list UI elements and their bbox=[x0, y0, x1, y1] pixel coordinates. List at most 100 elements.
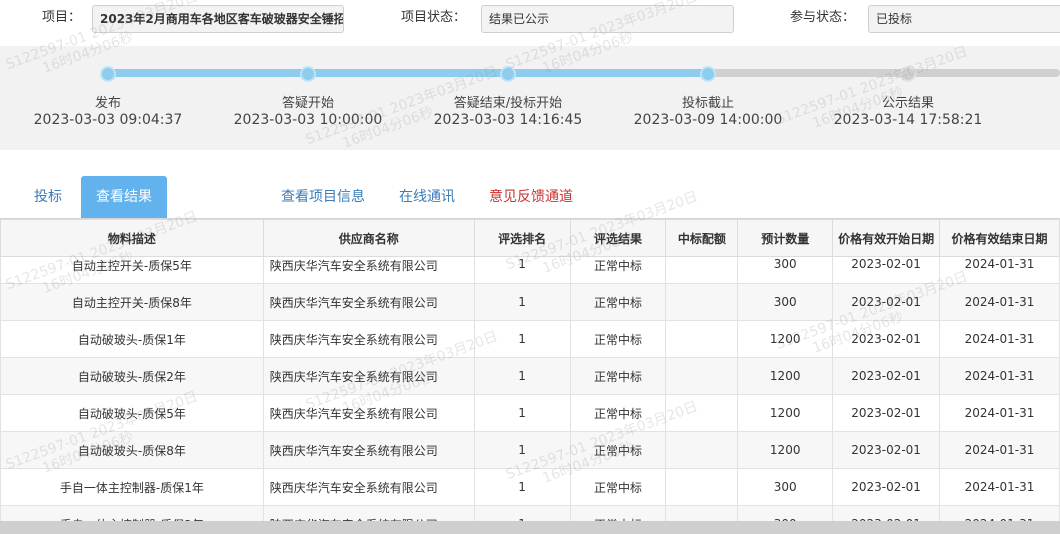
cell-quota bbox=[665, 256, 739, 284]
cell-supplier: 陕西庆华汽车安全系统有限公司 bbox=[262, 394, 475, 432]
cell-quota bbox=[665, 357, 739, 395]
tab-bar: 投标 查看结果 查看项目信息 在线通讯 意见反馈通道 bbox=[0, 176, 1060, 219]
step-label-qa-start: 答疑开始 bbox=[281, 96, 334, 111]
cell-quantity: 300 bbox=[737, 256, 834, 284]
step-time-publicize-result: 2023-03-14 17:58:21 bbox=[833, 112, 983, 128]
project-label: 项目： bbox=[42, 10, 82, 25]
cell-end-date: 2024-01-31 bbox=[939, 505, 1060, 521]
cell-start-date: 2023-02-01 bbox=[832, 283, 941, 321]
step-dot-publicize-result bbox=[900, 66, 916, 82]
step-label-publicize-result: 公示结果 bbox=[881, 96, 934, 111]
cell-rank: 1 bbox=[473, 468, 571, 506]
cell-quota bbox=[665, 320, 739, 358]
project-name-field[interactable]: 2023年2月商用车各地区客车破玻器安全锤招 bbox=[92, 5, 344, 33]
cell-end-date: 2024-01-31 bbox=[939, 468, 1060, 506]
col-header-supplier[interactable]: 供应商名称 bbox=[262, 219, 475, 257]
table-row[interactable]: 自动破玻头-质保5年 陕西庆华汽车安全系统有限公司 1 正常中标 1200 20… bbox=[0, 394, 1060, 432]
cell-supplier: 陕西庆华汽车安全系统有限公司 bbox=[262, 357, 475, 395]
tab-view-results[interactable]: 查看结果 bbox=[81, 176, 167, 218]
table-row[interactable]: 自动破玻头-质保2年 陕西庆华汽车安全系统有限公司 1 正常中标 1200 20… bbox=[0, 357, 1060, 395]
project-status-field[interactable]: 结果已公示 bbox=[481, 5, 734, 33]
col-header-material[interactable]: 物料描述 bbox=[0, 219, 264, 257]
cell-end-date: 2024-01-31 bbox=[939, 357, 1060, 395]
cell-material: 自动破玻头-质保8年 bbox=[0, 431, 264, 469]
cell-end-date: 2024-01-31 bbox=[939, 256, 1060, 284]
cell-quota bbox=[665, 394, 739, 432]
table-row[interactable]: 手自一体主控制器-质保1年 陕西庆华汽车安全系统有限公司 1 正常中标 300 … bbox=[0, 468, 1060, 506]
cell-result: 正常中标 bbox=[569, 357, 667, 395]
cell-result: 正常中标 bbox=[569, 283, 667, 321]
col-header-start-date[interactable]: 价格有效开始日期 bbox=[832, 219, 941, 257]
table-row[interactable]: 自动破玻头-质保8年 陕西庆华汽车安全系统有限公司 1 正常中标 1200 20… bbox=[0, 431, 1060, 469]
cell-start-date: 2023-02-01 bbox=[832, 394, 941, 432]
cell-material: 自动主控开关-质保5年 bbox=[0, 256, 264, 284]
results-table: 物料描述 供应商名称 评选排名 评选结果 中标配额 预计数量 价格有效开始日期 … bbox=[0, 219, 1060, 521]
table-row[interactable]: 自动破玻头-质保1年 陕西庆华汽车安全系统有限公司 1 正常中标 1200 20… bbox=[0, 320, 1060, 358]
project-status-label: 项目状态： bbox=[401, 10, 467, 25]
col-header-quota[interactable]: 中标配额 bbox=[665, 219, 739, 257]
step-label-publish: 发布 bbox=[94, 96, 121, 111]
cell-supplier: 陕西庆华汽车安全系统有限公司 bbox=[262, 468, 475, 506]
cell-start-date: 2023-02-01 bbox=[832, 505, 941, 521]
cell-start-date: 2023-02-01 bbox=[832, 468, 941, 506]
cell-supplier: 陕西庆华汽车安全系统有限公司 bbox=[262, 256, 475, 284]
cell-result: 正常中标 bbox=[569, 256, 667, 284]
cell-quantity: 1200 bbox=[737, 320, 834, 358]
cell-result: 正常中标 bbox=[569, 505, 667, 521]
cell-start-date: 2023-02-01 bbox=[832, 320, 941, 358]
step-label-qa-end-bid-start: 答疑结束/投标开始 bbox=[453, 96, 563, 111]
project-info-bar: 项目： 2023年2月商用车各地区客车破玻器安全锤招 项目状态： 结果已公示 参… bbox=[0, 0, 1060, 46]
cell-rank: 1 bbox=[473, 505, 571, 521]
cell-end-date: 2024-01-31 bbox=[939, 431, 1060, 469]
table-row[interactable]: 手自一体主控制器-质保2年 陕西庆华汽车安全系统有限公司 1 正常中标 300 … bbox=[0, 505, 1060, 521]
tab-bid[interactable]: 投标 bbox=[34, 176, 62, 218]
cell-supplier: 陕西庆华汽车安全系统有限公司 bbox=[262, 320, 475, 358]
cell-quota bbox=[665, 505, 739, 521]
link-feedback-channel[interactable]: 意见反馈通道 bbox=[489, 176, 573, 218]
table-row[interactable]: 自动主控开关-质保5年 陕西庆华汽车安全系统有限公司 1 正常中标 300 20… bbox=[0, 256, 1060, 284]
cell-supplier: 陕西庆华汽车安全系统有限公司 bbox=[262, 505, 475, 521]
cell-rank: 1 bbox=[473, 283, 571, 321]
cell-result: 正常中标 bbox=[569, 431, 667, 469]
col-header-end-date[interactable]: 价格有效结束日期 bbox=[939, 219, 1060, 257]
cell-result: 正常中标 bbox=[569, 320, 667, 358]
cell-quantity: 1200 bbox=[737, 431, 834, 469]
cell-quota bbox=[665, 431, 739, 469]
cell-end-date: 2024-01-31 bbox=[939, 394, 1060, 432]
progress-track-remaining bbox=[708, 69, 1060, 77]
link-online-chat[interactable]: 在线通讯 bbox=[399, 176, 455, 218]
col-header-rank[interactable]: 评选排名 bbox=[473, 219, 571, 257]
col-header-result[interactable]: 评选结果 bbox=[569, 219, 667, 257]
step-time-publish: 2023-03-03 09:04:37 bbox=[33, 112, 183, 128]
cell-material: 自动破玻头-质保1年 bbox=[0, 320, 264, 358]
cell-supplier: 陕西庆华汽车安全系统有限公司 bbox=[262, 283, 475, 321]
step-time-qa-end-bid-start: 2023-03-03 14:16:45 bbox=[433, 112, 583, 128]
link-project-info[interactable]: 查看项目信息 bbox=[281, 176, 365, 218]
step-dot-bid-deadline bbox=[700, 66, 716, 82]
participation-status-field[interactable]: 已投标 bbox=[868, 5, 1060, 33]
cell-quantity: 300 bbox=[737, 468, 834, 506]
cell-end-date: 2024-01-31 bbox=[939, 320, 1060, 358]
horizontal-scrollbar[interactable] bbox=[0, 521, 1060, 534]
cell-rank: 1 bbox=[473, 431, 571, 469]
table-row[interactable]: 自动主控开关-质保8年 陕西庆华汽车安全系统有限公司 1 正常中标 300 20… bbox=[0, 283, 1060, 321]
cell-quantity: 1200 bbox=[737, 394, 834, 432]
progress-track-complete bbox=[108, 69, 708, 77]
table-header-row: 物料描述 供应商名称 评选排名 评选结果 中标配额 预计数量 价格有效开始日期 … bbox=[0, 219, 1060, 257]
cell-quantity: 300 bbox=[737, 283, 834, 321]
cell-rank: 1 bbox=[473, 256, 571, 284]
step-dot-publish bbox=[100, 66, 116, 82]
cell-start-date: 2023-02-01 bbox=[832, 256, 941, 284]
cell-material: 自动破玻头-质保5年 bbox=[0, 394, 264, 432]
cell-quota bbox=[665, 283, 739, 321]
progress-timeline: 发布 2023-03-03 09:04:37 答疑开始 2023-03-03 1… bbox=[0, 46, 1060, 150]
cell-quota bbox=[665, 468, 739, 506]
cell-material: 自动破玻头-质保2年 bbox=[0, 357, 264, 395]
col-header-quantity[interactable]: 预计数量 bbox=[737, 219, 834, 257]
cell-material: 手自一体主控制器-质保1年 bbox=[0, 468, 264, 506]
cell-result: 正常中标 bbox=[569, 468, 667, 506]
step-label-bid-deadline: 投标截止 bbox=[681, 96, 734, 111]
step-dot-qa-end-bid-start bbox=[500, 66, 516, 82]
cell-quantity: 300 bbox=[737, 505, 834, 521]
cell-start-date: 2023-02-01 bbox=[832, 357, 941, 395]
